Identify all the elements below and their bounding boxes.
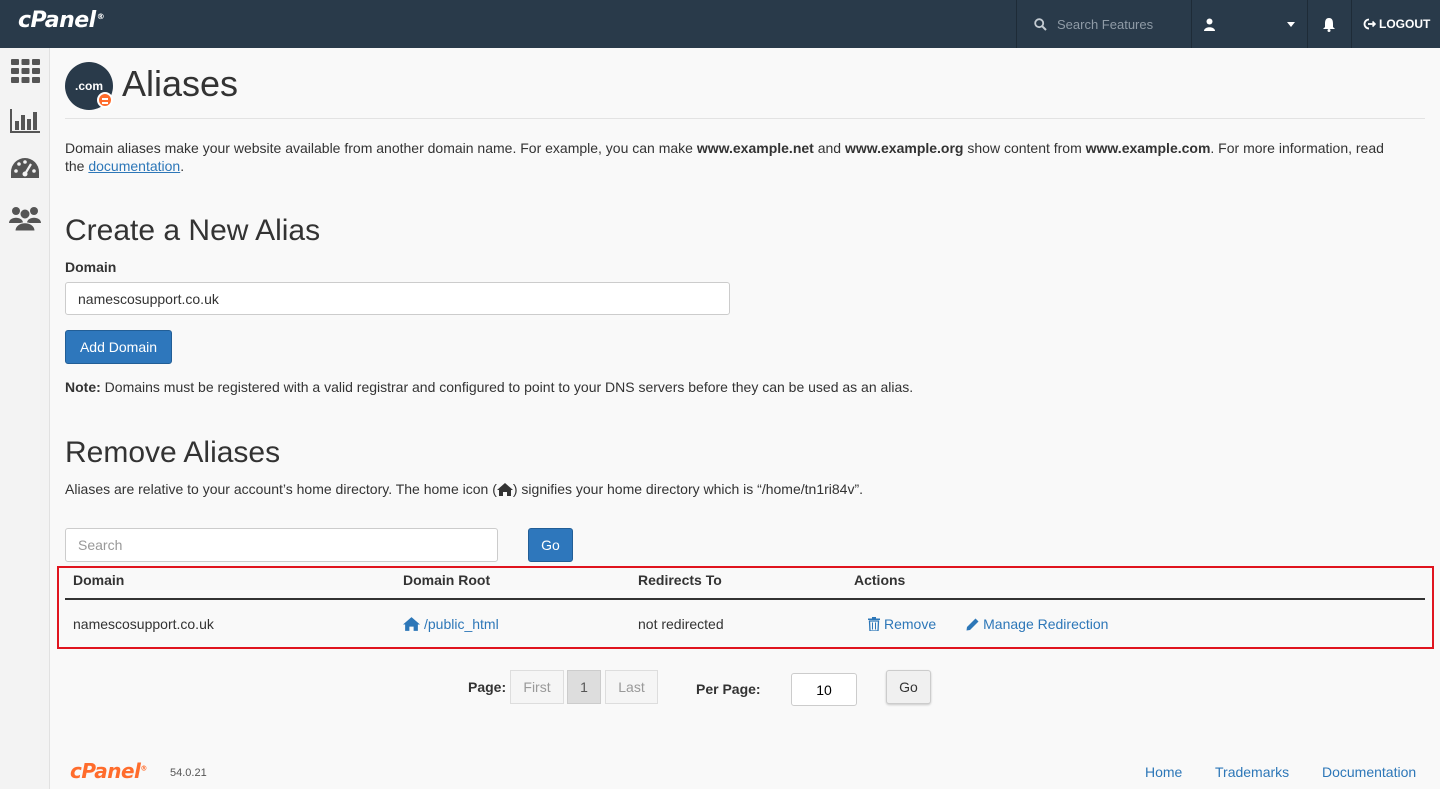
- intro-description: Domain aliases make your website availab…: [65, 140, 1384, 174]
- home-icon: [496, 482, 513, 496]
- top-navbar: cPanel® LOGOUT: [0, 0, 1440, 48]
- per-page-label: Per Page:: [696, 681, 761, 697]
- search-go-button[interactable]: Go: [528, 528, 573, 562]
- sidebar-item-home[interactable]: [9, 56, 41, 86]
- notifications-button[interactable]: [1307, 0, 1351, 48]
- current-page-button[interactable]: 1: [567, 670, 601, 704]
- stats-chart-icon: [10, 109, 40, 133]
- page-header: .com Aliases: [65, 62, 1425, 119]
- remove-aliases-heading: Remove Aliases: [65, 436, 281, 469]
- page-label: Page:: [468, 679, 507, 695]
- row-domain: namescosupport.co.uk: [73, 616, 214, 632]
- domain-input[interactable]: [65, 282, 730, 315]
- table-header: Domain Domain Root Redirects To Actions: [65, 568, 1425, 600]
- home-icon: [403, 617, 420, 631]
- create-alias-heading: Create a New Alias: [65, 214, 321, 247]
- dashboard-gauge-icon: [11, 158, 39, 178]
- column-header-redirects-to[interactable]: Redirects To: [638, 572, 722, 588]
- last-page-button[interactable]: Last: [605, 670, 658, 704]
- documentation-link[interactable]: documentation: [88, 158, 180, 174]
- column-header-domain-root[interactable]: Domain Root: [403, 572, 490, 588]
- table-row: namescosupport.co.uk /public_html not re…: [65, 600, 1425, 648]
- row-actions: Remove Manage Redirection: [868, 616, 1108, 632]
- row-domain-root: /public_html: [403, 616, 499, 632]
- grid-icon: [10, 59, 40, 83]
- user-menu[interactable]: [1191, 0, 1307, 48]
- bell-icon: [1323, 17, 1335, 32]
- sidebar-item-users[interactable]: [9, 203, 41, 233]
- first-page-button[interactable]: First: [510, 670, 564, 704]
- logout-button[interactable]: LOGOUT: [1351, 0, 1440, 48]
- domain-label: Domain: [65, 259, 117, 275]
- footer-documentation-link[interactable]: Documentation: [1322, 764, 1416, 780]
- trash-icon: [868, 617, 880, 631]
- alias-badge-icon: [97, 92, 113, 108]
- add-domain-button[interactable]: Add Domain: [65, 330, 172, 364]
- remove-alias-link[interactable]: Remove: [868, 616, 936, 632]
- column-header-domain[interactable]: Domain: [73, 572, 124, 588]
- pencil-icon: [966, 618, 979, 630]
- column-header-actions: Actions: [854, 572, 906, 588]
- per-page-input[interactable]: [791, 673, 857, 706]
- sidebar-item-statistics[interactable]: [9, 106, 41, 136]
- page-title: Aliases: [122, 63, 239, 104]
- users-icon: [9, 207, 41, 231]
- sidebar: [0, 48, 50, 789]
- row-redirects-to: not redirected: [638, 616, 724, 632]
- logout-icon: [1363, 18, 1376, 30]
- footer-cpanel-logo[interactable]: cPanel®: [70, 759, 147, 783]
- search-icon: [1034, 17, 1047, 31]
- user-icon: [1204, 18, 1215, 31]
- registrar-note: Note: Domains must be registered with a …: [65, 379, 914, 395]
- search-features[interactable]: [1016, 0, 1191, 48]
- sidebar-item-dashboard[interactable]: [9, 155, 41, 185]
- search-features-input[interactable]: [1057, 16, 1177, 32]
- chevron-down-icon: [1287, 22, 1295, 27]
- cpanel-logo[interactable]: cPanel®: [18, 8, 105, 33]
- alias-search-input[interactable]: [65, 528, 498, 562]
- version-number: 54.0.21: [170, 767, 207, 779]
- home-directory-description: Aliases are relative to your account’s h…: [65, 481, 864, 497]
- per-page-go-button[interactable]: Go: [886, 670, 931, 704]
- manage-redirection-link[interactable]: Manage Redirection: [966, 616, 1108, 632]
- footer-trademarks-link[interactable]: Trademarks: [1215, 764, 1289, 780]
- domain-root-link[interactable]: /public_html: [403, 616, 499, 632]
- footer-home-link[interactable]: Home: [1145, 764, 1182, 780]
